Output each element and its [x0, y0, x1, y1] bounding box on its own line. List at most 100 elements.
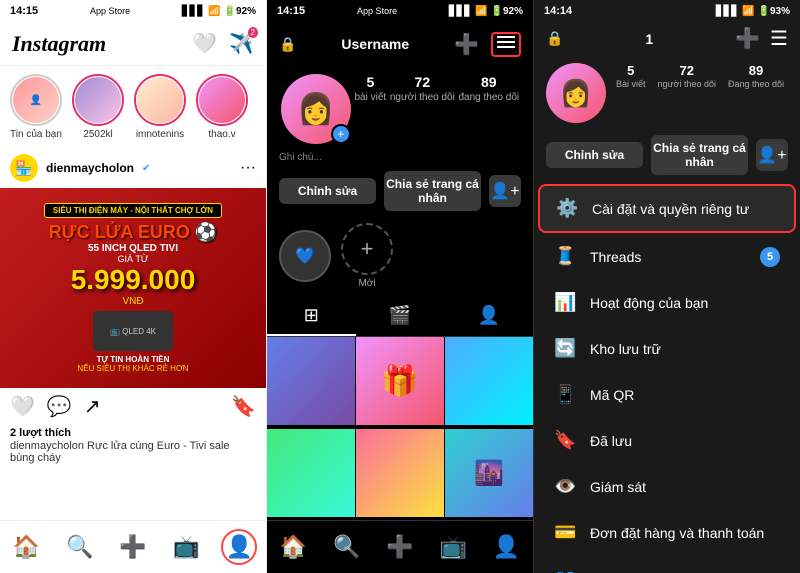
nav-home-button-2[interactable]: 🏠: [276, 529, 312, 565]
nav-profile-button[interactable]: 👤: [221, 529, 257, 565]
photo-cell-3[interactable]: [445, 337, 533, 425]
profile-stats-row: 👩 + 5 bài viết 72 người theo dõi 89 đang…: [267, 66, 533, 152]
menu-item-orders[interactable]: 💳 Đơn đặt hàng và thanh toán: [538, 510, 796, 555]
menu-item-monitor[interactable]: 👁️ Giám sát: [538, 464, 796, 509]
instagram-logo: Instagram: [12, 31, 106, 57]
threads-icon: 🧵: [554, 246, 576, 267]
highlight-new-label: Mới: [358, 278, 375, 289]
battery-icon-1: 🔋92%: [224, 6, 256, 17]
story-item-2[interactable]: 2502kl: [72, 74, 124, 140]
story-item-3[interactable]: imnotenins: [134, 74, 186, 140]
settings-profile-section: 👩 5 Bài viết 72 người theo dõi 89 Đang t…: [534, 55, 800, 131]
settings-edit-profile-button[interactable]: Chỉnh sửa: [546, 142, 643, 168]
settings-stat-posts: 5 Bài viết: [616, 63, 646, 89]
grid-tab-posts[interactable]: ⊞: [267, 297, 356, 336]
menu-item-settings[interactable]: ⚙️ Cài đặt và quyền riêng tư: [538, 184, 796, 233]
highlight-add-item[interactable]: 💙: [279, 230, 331, 282]
verified-icon: ✔: [142, 163, 150, 174]
more-options-button[interactable]: ···: [240, 159, 256, 177]
add-highlight-circle[interactable]: +: [341, 223, 393, 275]
grid-tab-tagged[interactable]: 👤: [444, 297, 533, 336]
share-button[interactable]: ↗: [84, 394, 101, 419]
nav-search-button-2[interactable]: 🔍: [329, 529, 365, 565]
like-button[interactable]: 🤍: [10, 394, 35, 419]
status-icons-2: ▋▋▋ 📶 🔋92%: [449, 6, 523, 17]
heart-icon[interactable]: 🤍: [192, 31, 217, 56]
menu-label-saved: Đã lưu: [590, 433, 632, 449]
story-circle-3[interactable]: [134, 74, 186, 126]
grid-tab-reels[interactable]: 🎬: [356, 297, 445, 336]
messenger-icon[interactable]: ✈️2: [229, 31, 254, 56]
monitor-icon: 👁️: [554, 476, 576, 497]
settings-add-icon[interactable]: ➕: [735, 26, 760, 51]
likes-count: 2 lượt thích: [10, 427, 256, 439]
settings-share-profile-button[interactable]: Chia sẻ trang cá nhân: [651, 135, 748, 175]
menu-label-threads: Threads: [590, 249, 641, 265]
profile-buttons: Chỉnh sửa Chia sẻ trang cá nhân 👤+: [267, 167, 533, 215]
nav-reels-button-2[interactable]: 📺: [435, 529, 471, 565]
status-time-2: 14:15: [277, 5, 305, 17]
author-name: dienmaycholon: [46, 161, 134, 175]
settings-menu-icon[interactable]: ☰: [770, 26, 788, 51]
status-time-3: 14:14: [544, 5, 572, 17]
bottom-nav-profile: 🏠 🔍 ➕ 📺 👤: [267, 520, 533, 573]
add-friend-button[interactable]: 👤+: [489, 175, 521, 207]
nav-search-button[interactable]: 🔍: [62, 529, 98, 565]
story-circle-4[interactable]: [196, 74, 248, 126]
photo-grid: 🎁 🌆: [267, 337, 533, 520]
top-nav-icons: 🤍 ✈️2: [192, 31, 254, 56]
settings-menu-list: ⚙️ Cài đặt và quyền riêng tư 🧵 Threads 5…: [534, 183, 800, 573]
highlights-row: 💙 + Mới: [267, 215, 533, 297]
photo-cell-4[interactable]: [267, 429, 355, 517]
archive-icon: 🔄: [554, 338, 576, 359]
threads-badge: 5: [760, 247, 780, 267]
battery-icon-3: 🔋93%: [758, 6, 790, 17]
post-actions: 🤍 💬 ↗ 🔖: [0, 388, 266, 425]
nav-reels-button[interactable]: 📺: [168, 529, 204, 565]
photo-cell-1[interactable]: [267, 337, 355, 425]
nav-add-button-2[interactable]: ➕: [382, 529, 418, 565]
profile-note: Ghi chú...: [267, 152, 533, 167]
settings-avatar: 👩: [546, 63, 606, 123]
photo-cell-5[interactable]: [356, 429, 444, 517]
settings-add-friend-button[interactable]: 👤+: [756, 139, 788, 171]
menu-item-activity[interactable]: 📊 Hoạt động của bạn: [538, 280, 796, 325]
menu-item-saved[interactable]: 🔖 Đã lưu: [538, 418, 796, 463]
ad-tagline: NẾU SIÊU THỊ KHÁC RẺ HƠN: [77, 364, 188, 373]
panel-feed: 14:15 App Store ▋▋▋ 📶 🔋92% Instagram 🤍 ✈…: [0, 0, 267, 573]
share-profile-button[interactable]: Chia sẻ trang cá nhân: [384, 171, 481, 211]
highlight-heart[interactable]: 💙: [279, 230, 331, 282]
signal-icon-3: ▋▋▋: [716, 6, 739, 17]
menu-item-threads[interactable]: 🧵 Threads 5: [538, 234, 796, 279]
hamburger-button[interactable]: [491, 32, 521, 57]
signal-icon-2: ▋▋▋: [449, 6, 472, 17]
menu-item-archive[interactable]: 🔄 Kho lưu trữ: [538, 326, 796, 371]
signal-icon-1: ▋▋▋: [182, 6, 205, 17]
profile-nav-header: 🔒 Username ➕: [267, 22, 533, 66]
menu-item-qr[interactable]: 📱 Mã QR: [538, 372, 796, 417]
hamburger-line-3: [497, 46, 515, 48]
bookmark-button[interactable]: 🔖: [231, 394, 256, 419]
menu-label-activity: Hoạt động của bạn: [590, 295, 708, 311]
ad-price-from: GIÁ TỪ: [117, 254, 148, 264]
ad-bottom-text: TỰ TIN HOÀN TIỀN: [97, 355, 170, 364]
story-circle-1[interactable]: 👤: [10, 74, 62, 126]
edit-profile-button[interactable]: Chỉnh sửa: [279, 178, 376, 204]
add-avatar-icon[interactable]: +: [331, 124, 351, 144]
nav-home-button[interactable]: 🏠: [9, 529, 45, 565]
profile-stat-following: 89 đang theo dõi: [459, 74, 520, 103]
story-item-4[interactable]: thao.v: [196, 74, 248, 140]
nav-add-button[interactable]: ➕: [115, 529, 151, 565]
highlight-new-item[interactable]: + Mới: [341, 223, 393, 289]
add-content-icon[interactable]: ➕: [454, 32, 479, 57]
menu-item-close-friends[interactable]: 👥 Bạn thân: [538, 556, 796, 573]
comment-button[interactable]: 💬: [47, 394, 72, 419]
photo-cell-6[interactable]: 🌆: [445, 429, 533, 517]
nav-profile-button-2[interactable]: 👤: [488, 529, 524, 565]
photo-cell-2[interactable]: 🎁: [356, 337, 444, 425]
settings-lock-icon: 🔒: [546, 30, 563, 47]
story-circle-2[interactable]: [72, 74, 124, 126]
story-label-3: imnotenins: [136, 129, 184, 140]
story-item-1[interactable]: 👤 Tin của bạn: [10, 74, 62, 140]
stat-following-num: 89: [481, 74, 497, 90]
